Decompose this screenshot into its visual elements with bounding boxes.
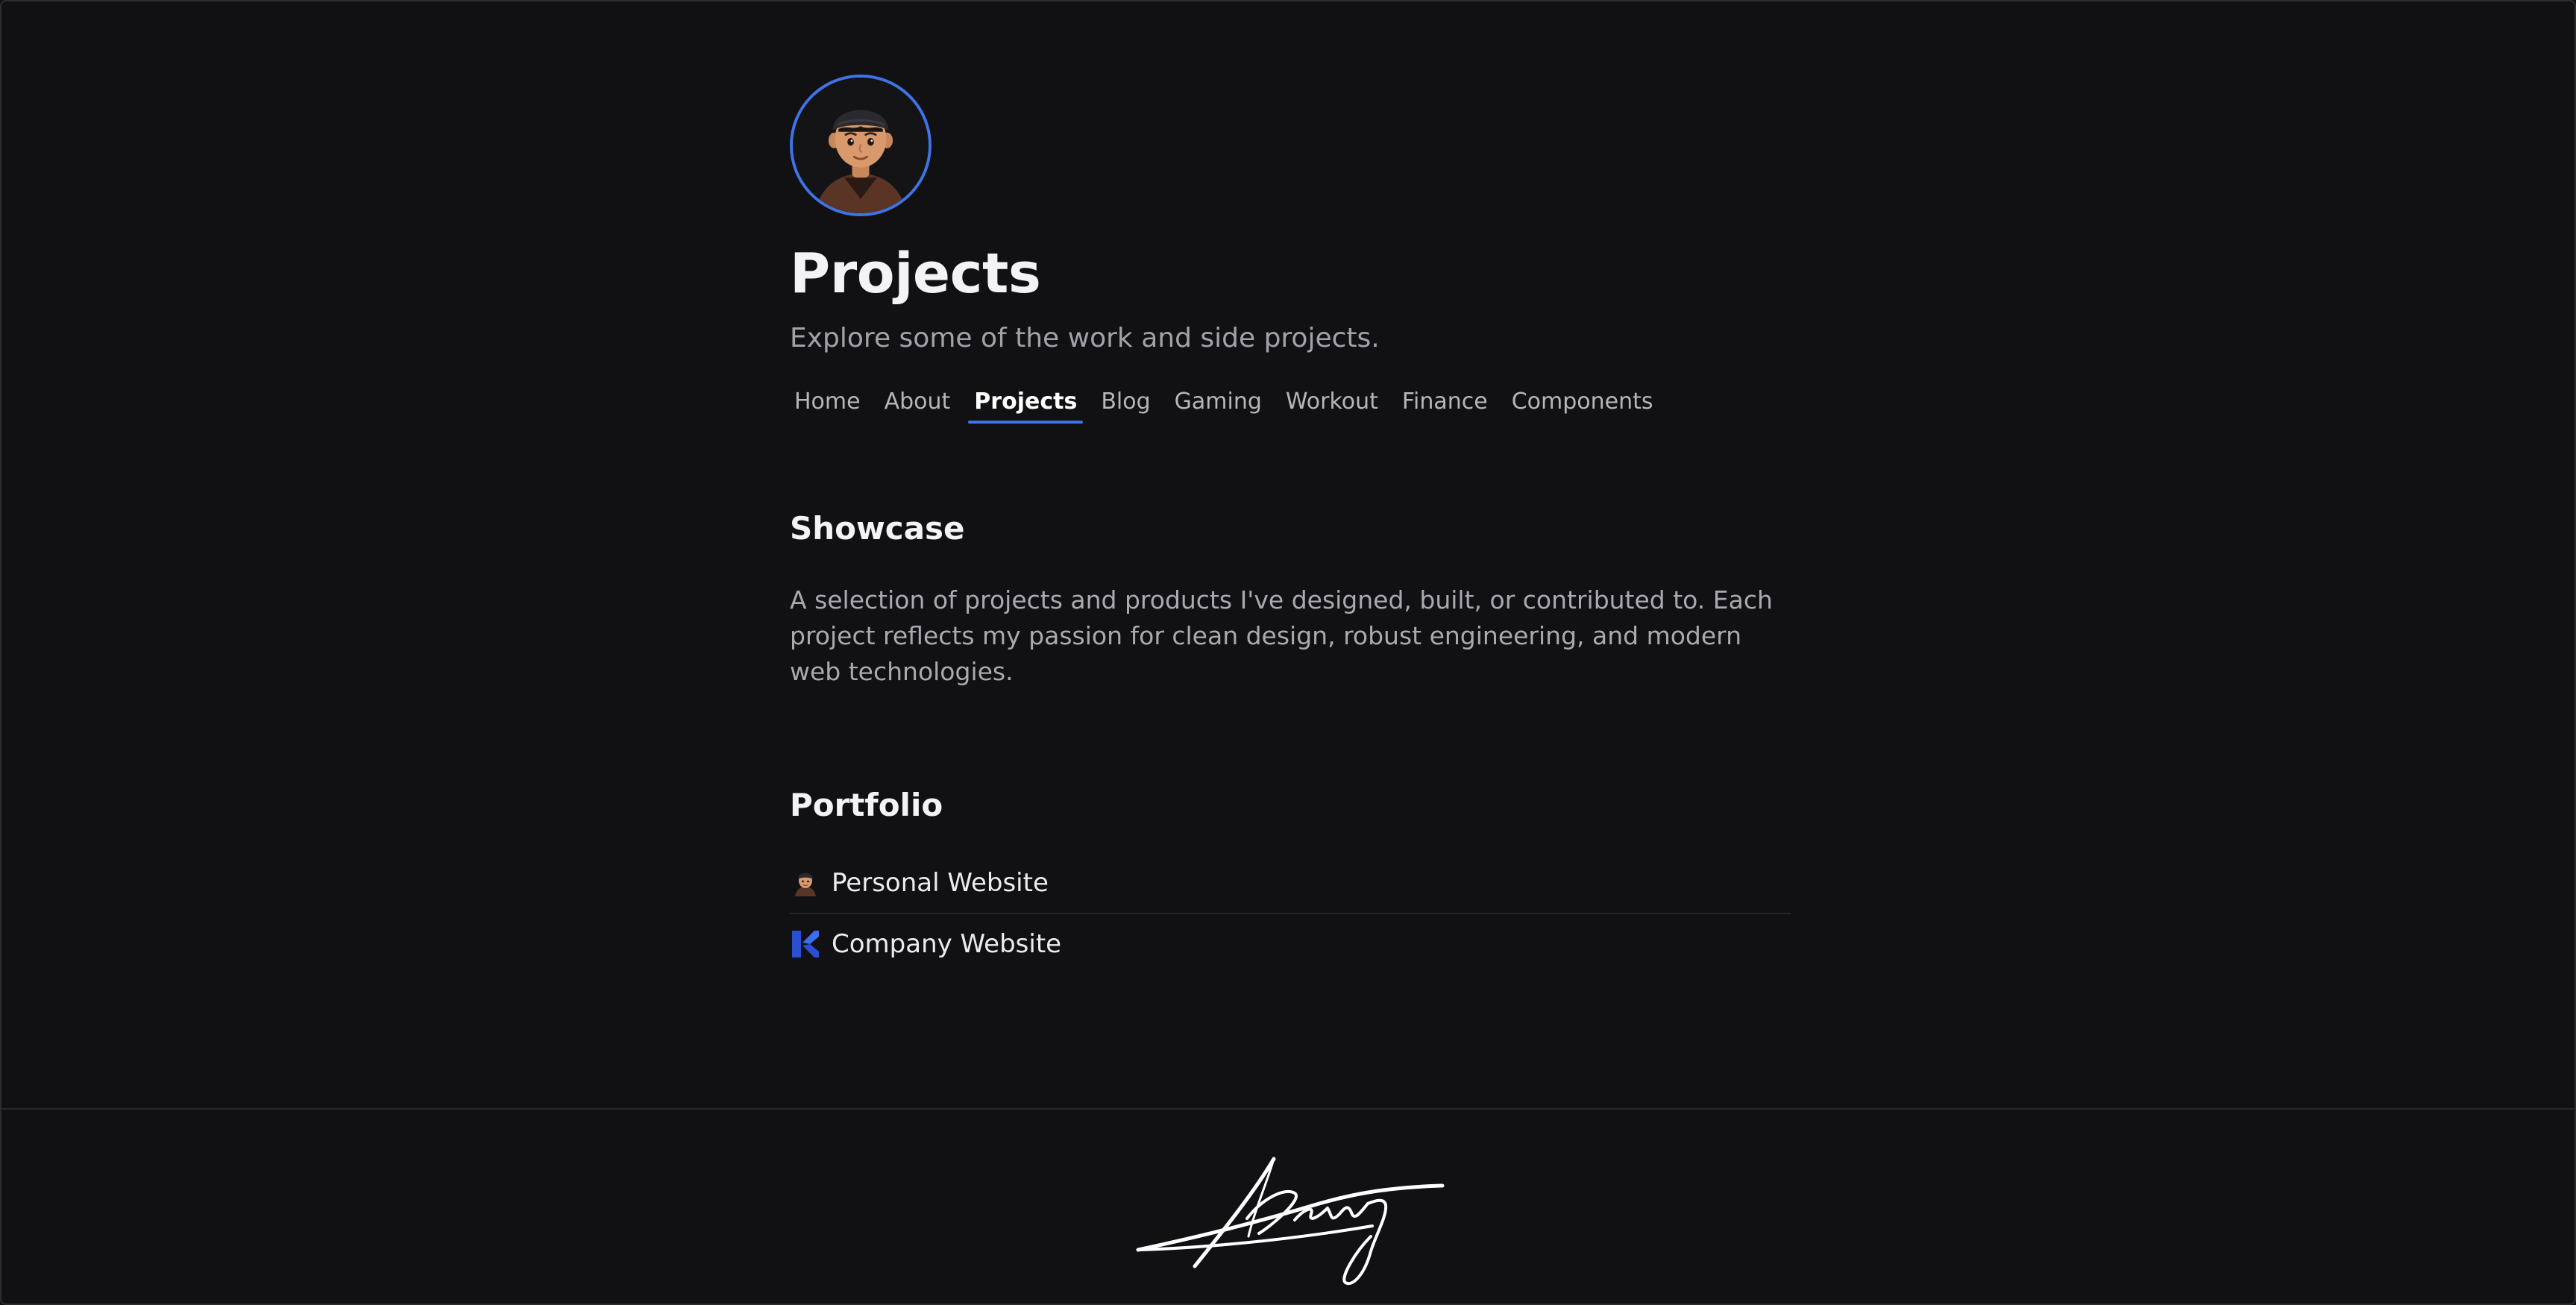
browser-frame: Projects Explore some of the work and si… <box>0 0 2576 1305</box>
nav-item-home[interactable]: Home <box>788 380 879 424</box>
page-subtitle: Explore some of the work and side projec… <box>790 323 1380 353</box>
avatar <box>790 75 932 216</box>
footer <box>1 1108 2575 1304</box>
nav-item-projects[interactable]: Projects <box>968 380 1095 424</box>
person-emoji-icon <box>790 867 821 899</box>
avatar-illustration <box>793 78 929 213</box>
nav-item-finance[interactable]: Finance <box>1396 380 1506 424</box>
company-k-logo-icon <box>790 928 821 960</box>
main-nav: Home About Projects Blog Gaming Workout … <box>788 380 1791 424</box>
portfolio-item-personal-website[interactable]: Personal Website <box>790 853 1791 913</box>
nav-item-workout[interactable]: Workout <box>1280 380 1396 424</box>
showcase-heading: Showcase <box>790 510 965 547</box>
nav-item-about[interactable]: About <box>879 380 969 424</box>
portfolio-item-company-website[interactable]: Company Website <box>790 913 1791 974</box>
nav-item-gaming[interactable]: Gaming <box>1169 380 1280 424</box>
portfolio-list: Personal Website Company Website <box>790 853 1791 974</box>
page-title: Projects <box>790 242 1041 306</box>
main-content: Projects Explore some of the work and si… <box>790 75 1791 974</box>
portfolio-item-label: Personal Website <box>832 868 1049 899</box>
nav-item-blog[interactable]: Blog <box>1095 380 1168 424</box>
nav-item-components[interactable]: Components <box>1506 380 1671 424</box>
showcase-description: A selection of projects and products I'v… <box>790 585 1773 687</box>
portfolio-item-label: Company Website <box>832 929 1062 960</box>
portfolio-heading: Portfolio <box>790 787 943 824</box>
signature-logo <box>1136 1157 1445 1286</box>
